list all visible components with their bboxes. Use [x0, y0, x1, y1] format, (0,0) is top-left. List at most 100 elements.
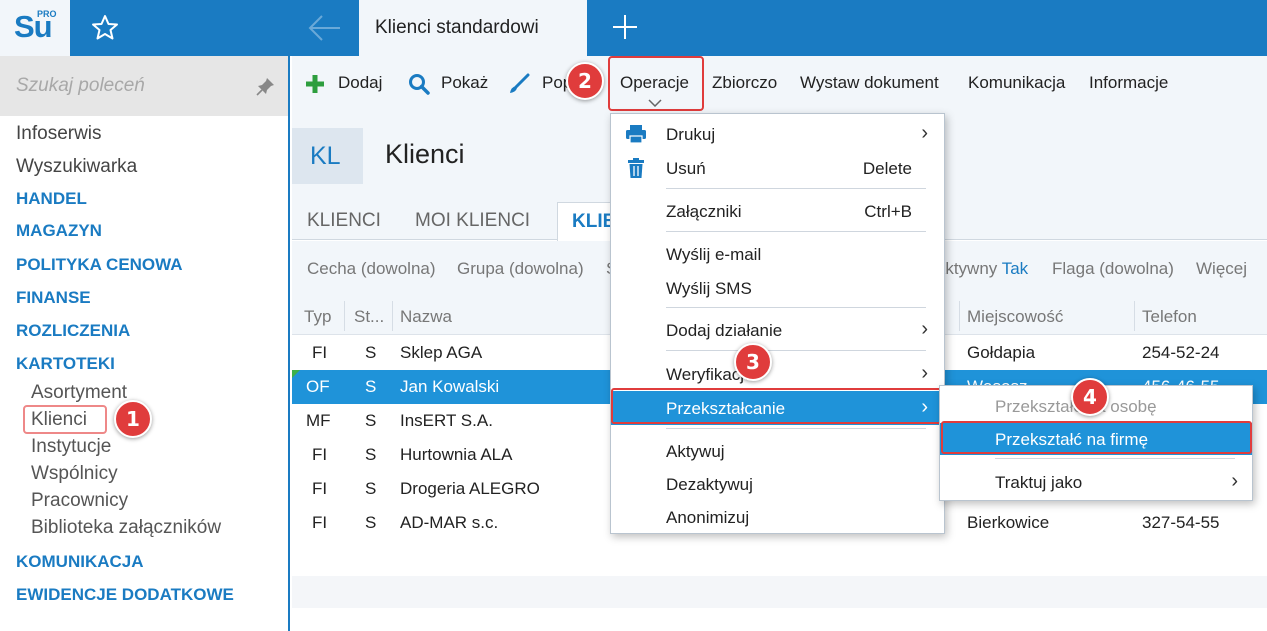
menu-label: Traktuj jako: [995, 473, 1083, 492]
cell-status: S: [365, 411, 377, 430]
sidebar-section-polityka-cenowa[interactable]: POLITYKA CENOWA: [16, 255, 183, 275]
menu-label: Anonimizuj: [666, 508, 750, 527]
sidebar-section-magazyn[interactable]: MAGAZYN: [16, 221, 102, 241]
bulk-button[interactable]: Zbiorczo: [712, 73, 777, 93]
sidebar-item-infoserwis[interactable]: Infoserwis: [16, 123, 102, 145]
information-button[interactable]: Informacje: [1089, 73, 1168, 93]
document-tab-active[interactable]: Klienci standardowi: [359, 0, 587, 56]
sidebar-item-biblioteka-zalacznikow[interactable]: Biblioteka załączników: [31, 517, 221, 539]
star-icon[interactable]: [90, 13, 120, 43]
operations-menu: Drukuj › Usuń Delete Załączniki Ctrl+B W…: [610, 113, 945, 534]
menu-item-verification[interactable]: Weryfikacja ›: [611, 357, 944, 391]
pin-icon[interactable]: [256, 76, 276, 96]
chevron-right-icon: ›: [921, 362, 928, 384]
top-bar: Su PRO Klienci standardowi: [0, 0, 1267, 56]
menu-item-attachments[interactable]: Załączniki Ctrl+B: [611, 194, 944, 228]
filter-flag[interactable]: Flaga (dowolna): [1052, 259, 1174, 279]
cell-nazwa: Drogeria ALEGRO: [400, 479, 540, 498]
chevron-down-icon: [648, 99, 662, 107]
filter-group[interactable]: Grupa (dowolna): [457, 259, 584, 279]
add-icon: [306, 75, 324, 93]
filter-active-value: Tak: [1001, 259, 1029, 278]
sidebar-section-kartoteki[interactable]: KARTOTEKI: [16, 354, 115, 374]
menu-label: Dodaj działanie: [666, 321, 783, 340]
menu-item-add-action[interactable]: Dodaj działanie ›: [611, 313, 944, 347]
menu-item-anonymize[interactable]: Anonimizuj: [611, 500, 944, 534]
menu-item-delete[interactable]: Usuń Delete: [611, 151, 944, 185]
sidebar-section-handel[interactable]: HANDEL: [16, 189, 87, 209]
sidebar-section-rozliczenia[interactable]: ROZLICZENIA: [16, 321, 130, 341]
cell-nazwa: AD-MAR s.c.: [400, 513, 499, 532]
menu-shortcut: Delete: [862, 159, 912, 178]
column-separator: [1134, 301, 1135, 331]
cell-typ: FI: [312, 445, 328, 464]
cell-nazwa: Sklep AGA: [400, 343, 483, 362]
tab-moi-klienci[interactable]: MOI KLIENCI: [415, 210, 530, 232]
cell-nazwa: InsERT S.A.: [400, 411, 493, 430]
column-telefon[interactable]: Telefon: [1142, 307, 1197, 327]
menu-item-activate[interactable]: Aktywuj: [611, 434, 944, 468]
callout-badge-3: 3: [734, 343, 772, 381]
grid-empty-row: [292, 576, 1267, 608]
row-marker: [292, 370, 300, 378]
cell-telefon: 327-54-55: [1142, 513, 1220, 532]
menu-shortcut: Ctrl+B: [864, 202, 912, 221]
column-typ[interactable]: Typ: [304, 307, 331, 327]
menu-item-deactivate[interactable]: Dezaktywuj: [611, 467, 944, 501]
menu-item-send-email[interactable]: Wyślij e-mail: [611, 237, 944, 271]
communication-button[interactable]: Komunikacja: [968, 73, 1065, 93]
column-separator: [959, 301, 960, 331]
menu-item-print[interactable]: Drukuj ›: [611, 117, 944, 151]
module-badge: KL: [292, 128, 363, 184]
submenu-item-treat-as[interactable]: Traktuj jako ›: [940, 466, 1252, 498]
menu-separator: [666, 231, 926, 232]
document-tab-title: Klienci standardowi: [375, 17, 539, 38]
sidebar-item-pracownicy[interactable]: Pracownicy: [31, 490, 128, 512]
new-tab-plus-icon[interactable]: [610, 12, 640, 42]
search-icon: [409, 74, 430, 95]
add-button[interactable]: Dodaj: [338, 73, 382, 93]
app-logo[interactable]: Su PRO: [0, 0, 70, 56]
to-company-highlight: [941, 421, 1252, 454]
cell-status: S: [365, 445, 377, 464]
tab-klienci[interactable]: KLIENCI: [307, 210, 381, 232]
filter-more[interactable]: Więcej: [1196, 259, 1247, 279]
sidebar-item-wyszukiwarka[interactable]: Wyszukiwarka: [16, 156, 137, 178]
cell-typ: FI: [312, 513, 328, 532]
show-button[interactable]: Pokaż: [441, 73, 488, 93]
sidebar-section-komunikacja[interactable]: KOMUNIKACJA: [16, 552, 144, 572]
filter-active[interactable]: Aktywny Tak: [934, 259, 1028, 279]
menu-label: Wyślij e-mail: [666, 245, 762, 264]
chevron-right-icon: ›: [921, 122, 928, 144]
column-status[interactable]: St...: [354, 307, 384, 327]
callout-badge-2: 2: [566, 62, 604, 100]
callout-badge-1: 1: [114, 400, 152, 438]
cell-typ: MF: [306, 411, 331, 430]
menu-item-send-sms[interactable]: Wyślij SMS: [611, 271, 944, 305]
trash-icon: [628, 158, 644, 178]
column-nazwa[interactable]: Nazwa: [400, 307, 452, 327]
chevron-right-icon: ›: [921, 318, 928, 340]
filter-feature[interactable]: Cecha (dowolna): [307, 259, 436, 279]
back-arrow-icon[interactable]: [306, 13, 342, 43]
cell-status: S: [365, 343, 377, 362]
issue-document-button[interactable]: Wystaw dokument: [800, 73, 939, 93]
menu-label: Drukuj: [666, 125, 716, 144]
sidebar-item-wspolnicy[interactable]: Wspólnicy: [31, 463, 118, 485]
sidebar-section-ewidencje-dodatkowe[interactable]: EWIDENCJE DODATKOWE: [16, 585, 234, 605]
sidebar-item-instytucje[interactable]: Instytucje: [31, 436, 111, 458]
sidebar-item-asortyment[interactable]: Asortyment: [31, 382, 127, 404]
cell-status: S: [365, 513, 377, 532]
column-miejscowosc[interactable]: Miejscowość: [967, 307, 1063, 327]
logo-sup: PRO: [37, 9, 57, 19]
command-search[interactable]: Szukaj poleceń: [0, 56, 288, 116]
menu-label: Usuń: [666, 159, 706, 178]
page-title: Klienci: [385, 139, 465, 169]
menu-separator: [666, 350, 926, 351]
callout-badge-4: 4: [1071, 378, 1109, 416]
menu-separator: [995, 458, 1235, 459]
sidebar-section-finanse[interactable]: FINANSE: [16, 288, 91, 308]
printer-icon: [626, 125, 646, 144]
menu-label: Wyślij SMS: [666, 279, 752, 298]
sidebar: Szukaj poleceń Infoserwis Wyszukiwarka H…: [0, 56, 290, 631]
